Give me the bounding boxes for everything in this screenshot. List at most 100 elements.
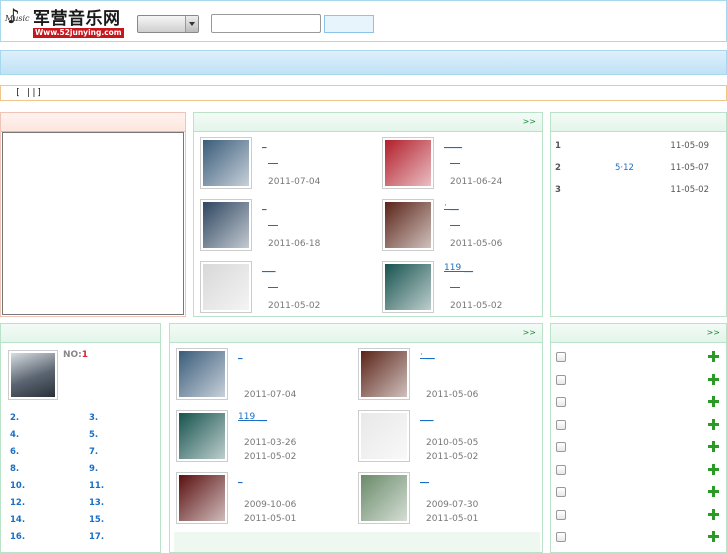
- logo-url: Www.52junying.com: [33, 28, 124, 38]
- album-cover[interactable]: [382, 261, 434, 313]
- album-item[interactable]: __ 2009-07-30 2011-05-01: [358, 472, 538, 530]
- song-checkbox[interactable]: [556, 532, 566, 542]
- rank-title[interactable]: 5·12: [615, 163, 634, 173]
- logo-music-text: Music: [5, 14, 30, 23]
- new-albums-panel: >> _ 2011-07-04 ____ 2011-06-24 _ 2011-06-18 ·…: [193, 112, 543, 317]
- top-singer-item[interactable]: 8.: [10, 464, 19, 474]
- add-icon[interactable]: [708, 463, 719, 475]
- album-title-link[interactable]: · __: [420, 350, 435, 360]
- album-title-link[interactable]: _: [262, 201, 267, 211]
- add-icon[interactable]: [708, 531, 719, 542]
- album-cover[interactable]: [176, 348, 228, 400]
- album-cover[interactable]: [200, 199, 252, 251]
- album-item[interactable]: · __ 2011-05-06: [358, 348, 538, 406]
- search-button[interactable]: [324, 15, 374, 33]
- song-checkbox[interactable]: [556, 352, 566, 362]
- top-singer-item[interactable]: 13.: [89, 498, 104, 508]
- top-singer-item[interactable]: 12.: [10, 498, 25, 508]
- song-checkbox[interactable]: [556, 419, 566, 430]
- album-date: 2011-07-04: [244, 390, 297, 400]
- search-input[interactable]: [211, 14, 321, 33]
- top-singer-item[interactable]: 6.: [10, 447, 19, 457]
- album-title-link[interactable]: __: [420, 474, 429, 484]
- album-title-link[interactable]: · __: [444, 201, 459, 211]
- chevron-down-icon: [185, 16, 198, 32]
- album-subtitle-link[interactable]: [268, 163, 278, 164]
- top-singer-item[interactable]: 3.: [89, 413, 98, 423]
- album-item[interactable]: _ 2009-10-06 2011-05-01: [176, 472, 356, 530]
- album-item[interactable]: ____ 2011-06-24: [382, 137, 562, 195]
- rank-row[interactable]: 1 11-05-09: [555, 141, 723, 153]
- album-title-link[interactable]: ___: [420, 412, 434, 422]
- album-subtitle-link[interactable]: [450, 163, 460, 164]
- album-title-link[interactable]: ___: [262, 263, 276, 273]
- album-item[interactable]: _ 2011-07-04: [176, 348, 356, 406]
- top-singer-item[interactable]: 7.: [89, 447, 98, 457]
- top-singer-item[interactable]: 16.: [10, 532, 25, 542]
- album-cover[interactable]: [200, 137, 252, 189]
- album-cover[interactable]: [358, 410, 410, 462]
- album-title-link[interactable]: _: [238, 350, 243, 360]
- add-icon[interactable]: [708, 373, 719, 385]
- add-icon[interactable]: [708, 418, 719, 430]
- top-singer-item[interactable]: 9.: [89, 464, 98, 474]
- album-subtitle-link[interactable]: [268, 287, 278, 288]
- album-item[interactable]: ___ 2011-05-02: [200, 261, 380, 319]
- add-icon[interactable]: [708, 508, 719, 520]
- song-check-row: [556, 440, 721, 454]
- album-title-link[interactable]: 119 __: [444, 263, 473, 273]
- top-singer-item[interactable]: 15.: [89, 515, 104, 525]
- album-title-link[interactable]: ____: [444, 139, 462, 149]
- rank-row[interactable]: 2 5·12 11-05-07: [555, 163, 723, 175]
- album-cover-image: [203, 140, 249, 186]
- add-icon[interactable]: [708, 351, 719, 362]
- album-cover[interactable]: [176, 410, 228, 462]
- song-checkbox[interactable]: [556, 442, 566, 452]
- top-singer-item[interactable]: 2.: [10, 413, 19, 423]
- album-cover[interactable]: [358, 472, 410, 524]
- album-subtitle-link[interactable]: [450, 225, 460, 226]
- album-item[interactable]: 119 __ 2011-03-26 2011-05-02: [176, 410, 356, 468]
- more-link[interactable]: >>: [523, 328, 536, 337]
- album-cover[interactable]: [382, 199, 434, 251]
- top-singer-item[interactable]: 5.: [89, 430, 98, 440]
- album-cover[interactable]: [200, 261, 252, 313]
- album-cover[interactable]: [358, 348, 410, 400]
- album-date-added: 2011-03-26: [244, 438, 297, 448]
- top-singer-item[interactable]: 14.: [10, 515, 25, 525]
- album-item[interactable]: 119 __ 2011-05-02: [382, 261, 562, 319]
- rank-header: [551, 113, 726, 132]
- search-category-select[interactable]: [137, 15, 199, 33]
- album-title-link[interactable]: _: [238, 474, 243, 484]
- album-item[interactable]: ___ 2010-05-05 2011-05-02: [358, 410, 538, 468]
- add-icon[interactable]: [708, 486, 719, 497]
- more-link[interactable]: >>: [523, 117, 536, 126]
- album-title-link[interactable]: 119 __: [238, 412, 267, 422]
- album-cover[interactable]: [382, 137, 434, 189]
- album-cover[interactable]: [176, 472, 228, 524]
- album-subtitle-link[interactable]: [450, 287, 460, 288]
- song-checkbox[interactable]: [556, 397, 566, 407]
- avatar[interactable]: [8, 350, 58, 400]
- add-icon[interactable]: [708, 396, 719, 407]
- album-subtitle-link[interactable]: [268, 225, 278, 226]
- album-title-link[interactable]: _: [262, 139, 267, 149]
- album-item[interactable]: _ 2011-06-18: [200, 199, 380, 257]
- album-item[interactable]: · __ 2011-05-06: [382, 199, 562, 257]
- song-checkbox[interactable]: [556, 509, 566, 520]
- song-checkbox[interactable]: [556, 374, 566, 385]
- album-cover-image: [361, 351, 407, 397]
- more-link[interactable]: >>: [707, 328, 720, 337]
- rank-number: 2: [555, 163, 561, 173]
- top-singer-item[interactable]: 17.: [89, 532, 104, 542]
- top-singer-item[interactable]: 11.: [89, 481, 104, 491]
- top-singer-item[interactable]: 10.: [10, 481, 25, 491]
- rank-row[interactable]: 3 11-05-02: [555, 185, 723, 197]
- top-singer-header: [1, 324, 160, 343]
- site-logo[interactable]: ♪ Music 军营音乐网 Www.52junying.com: [5, 4, 129, 38]
- album-item[interactable]: _ 2011-07-04: [200, 137, 380, 195]
- add-icon[interactable]: [708, 441, 719, 452]
- top-singer-item[interactable]: 4.: [10, 430, 19, 440]
- song-checkbox[interactable]: [556, 487, 566, 497]
- song-checkbox[interactable]: [556, 464, 566, 475]
